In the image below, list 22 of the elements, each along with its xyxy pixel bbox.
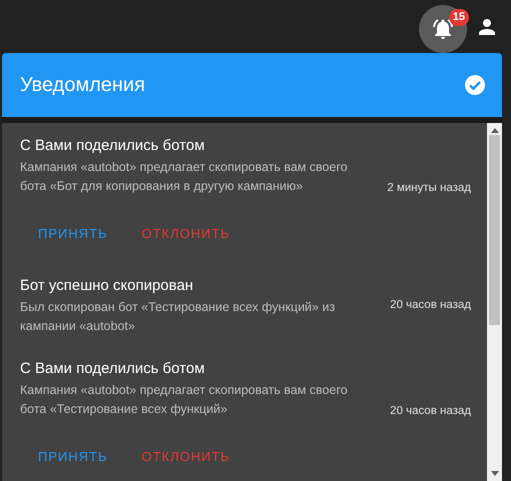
decline-button[interactable]: ОТКЛОНИТЬ xyxy=(124,218,230,249)
notification-text: Кампания «autobot» предлагает скопировать вам своего бота «Тестирование всех функций» xyxy=(20,382,348,418)
scroll-down-icon[interactable] xyxy=(490,471,498,477)
notifications-button[interactable]: 15 xyxy=(419,4,467,52)
bell-icon xyxy=(431,16,455,40)
scrollbar-thumb[interactable] xyxy=(489,135,500,325)
notification-time: 20 часов назад xyxy=(390,299,471,311)
notification-title: Бот успешно скопирован xyxy=(20,277,194,294)
notification-count: 15 xyxy=(448,8,469,26)
accept-button[interactable]: ПРИНЯТЬ xyxy=(20,441,108,472)
scroll-up-icon[interactable] xyxy=(490,127,498,133)
notification-text: Был скопирован бот «Тестирование всех функций» из кампании «autobot» xyxy=(20,299,336,335)
accept-button[interactable]: ПРИНЯТЬ xyxy=(20,218,108,249)
notification-title: С Вами поделились ботом xyxy=(20,360,206,377)
decline-button[interactable]: ОТКЛОНИТЬ xyxy=(124,441,230,472)
notification-time: 20 часов назад xyxy=(390,405,471,417)
notification-time: 2 минуты назад xyxy=(387,182,471,194)
mark-all-read-icon[interactable] xyxy=(464,74,486,96)
notification-title: С Вами поделились ботом xyxy=(20,137,206,154)
scrollbar[interactable] xyxy=(487,123,502,481)
notification-text: Кампания «autobot» предлагает скопировать вам своего бота «Бот для копирования в другую кампанию» xyxy=(20,159,348,195)
panel-title: Уведомления xyxy=(20,74,146,96)
